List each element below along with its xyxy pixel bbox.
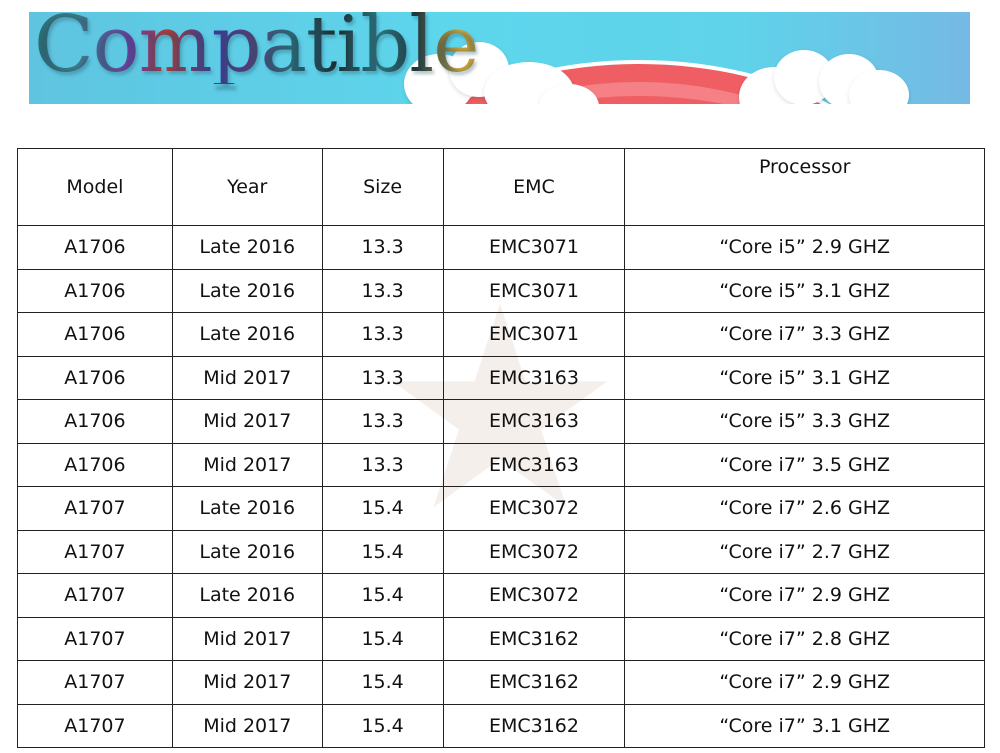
cell-emc: EMC3162	[442, 616, 626, 661]
cell-emc: EMC3162	[442, 703, 626, 748]
cell-processor: “Core i5” 3.1 GHZ	[624, 268, 985, 313]
cell-emc: EMC3071	[442, 312, 626, 357]
cell-model: A1707	[17, 703, 173, 748]
cell-year: Mid 2017	[171, 703, 323, 748]
cell-size: 15.4	[321, 529, 444, 574]
cell-size: 15.4	[321, 703, 444, 748]
header-emc: EMC	[442, 148, 626, 226]
cell-emc: EMC3163	[442, 442, 626, 487]
cell-processor: “Core i5” 2.9 GHZ	[624, 225, 985, 270]
cell-year: Mid 2017	[171, 399, 323, 444]
table-row: A1707 Late 2016 15.4 EMC3072 “Core i7” 2.6 G…	[17, 486, 985, 531]
cell-model: A1706	[17, 225, 173, 270]
cell-processor: “Core i7” 2.9 GHZ	[624, 660, 985, 705]
cell-processor: “Core i7” 2.9 GHZ	[624, 573, 985, 618]
cell-model: A1706	[17, 312, 173, 357]
cell-model: A1706	[17, 268, 173, 313]
cell-size: 13.3	[321, 399, 444, 444]
table-row: A1706 Mid 2017 13.3 EMC3163 “Core i7” 3.5 GH…	[17, 442, 985, 487]
cell-year: Late 2016	[171, 529, 323, 574]
cell-size: 13.3	[321, 268, 444, 313]
cell-emc: EMC3072	[442, 573, 626, 618]
table-row: A1707 Mid 2017 15.4 EMC3162 “Core i7” 3.1 GH…	[17, 703, 985, 748]
cell-processor: “Core i7” 3.1 GHZ	[624, 703, 985, 748]
cell-year: Late 2016	[171, 486, 323, 531]
cell-emc: EMC3071	[442, 268, 626, 313]
cell-size: 13.3	[321, 312, 444, 357]
cell-model: A1706	[17, 399, 173, 444]
cell-emc: EMC3072	[442, 529, 626, 574]
cell-processor: “Core i7” 2.7 GHZ	[624, 529, 985, 574]
cell-model: A1707	[17, 616, 173, 661]
cell-model: A1707	[17, 573, 173, 618]
cell-year: Late 2016	[171, 312, 323, 357]
cell-size: 13.3	[321, 442, 444, 487]
table-header-row: Model Year Size EMC Processor	[17, 148, 985, 226]
header-model: Model	[17, 148, 173, 226]
cell-processor: “Core i7” 3.3 GHZ	[624, 312, 985, 357]
table-row: A1707 Mid 2017 15.4 EMC3162 “Core i7” 2.8 GH…	[17, 616, 985, 661]
cell-model: A1707	[17, 529, 173, 574]
header-year: Year	[171, 148, 323, 226]
cell-size: 15.4	[321, 616, 444, 661]
cell-model: A1707	[17, 486, 173, 531]
cell-emc: EMC3072	[442, 486, 626, 531]
banner-title: Compatible	[34, 12, 479, 84]
cell-year: Mid 2017	[171, 442, 323, 487]
compatibility-table: Model Year Size EMC Processor A1706 Late …	[17, 148, 985, 748]
table-row: A1706 Mid 2017 13.3 EMC3163 “Core i5” 3.3 GH…	[17, 399, 985, 444]
cell-model: A1707	[17, 660, 173, 705]
cell-processor: “Core i5” 3.1 GHZ	[624, 355, 985, 400]
cell-processor: “Core i7” 2.8 GHZ	[624, 616, 985, 661]
table-row: A1707 Mid 2017 15.4 EMC3162 “Core i7” 2.9 GH…	[17, 660, 985, 705]
cell-emc: EMC3163	[442, 399, 626, 444]
cell-year: Mid 2017	[171, 660, 323, 705]
cell-size: 13.3	[321, 225, 444, 270]
table-row: A1706 Mid 2017 13.3 EMC3163 “Core i5” 3.1 GH…	[17, 355, 985, 400]
cell-year: Late 2016	[171, 573, 323, 618]
header-size: Size	[321, 148, 444, 226]
cell-model: A1706	[17, 355, 173, 400]
cell-year: Late 2016	[171, 225, 323, 270]
cell-year: Late 2016	[171, 268, 323, 313]
cell-size: 15.4	[321, 573, 444, 618]
cell-model: A1706	[17, 442, 173, 487]
cell-processor: “Core i7” 2.6 GHZ	[624, 486, 985, 531]
cell-size: 15.4	[321, 660, 444, 705]
cell-emc: EMC3163	[442, 355, 626, 400]
table-row: A1706 Late 2016 13.3 EMC3071 “Core i7” 3.3 G…	[17, 312, 985, 357]
cell-emc: EMC3162	[442, 660, 626, 705]
cell-year: Mid 2017	[171, 616, 323, 661]
cell-year: Mid 2017	[171, 355, 323, 400]
table-row: A1707 Late 2016 15.4 EMC3072 “Core i7” 2.7 G…	[17, 529, 985, 574]
cell-emc: EMC3071	[442, 225, 626, 270]
cell-processor: “Core i5” 3.3 GHZ	[624, 399, 985, 444]
header-processor: Processor	[624, 148, 985, 226]
cell-processor: “Core i7” 3.5 GHZ	[624, 442, 985, 487]
cell-size: 13.3	[321, 355, 444, 400]
cell-size: 15.4	[321, 486, 444, 531]
compatible-banner: Compatible	[29, 12, 970, 104]
table-row: A1707 Late 2016 15.4 EMC3072 “Core i7” 2.9 G…	[17, 573, 985, 618]
table-row: A1706 Late 2016 13.3 EMC3071 “Core i5” 3.1 G…	[17, 268, 985, 313]
table-row: A1706 Late 2016 13.3 EMC3071 “Core i5” 2.9 G…	[17, 225, 985, 270]
